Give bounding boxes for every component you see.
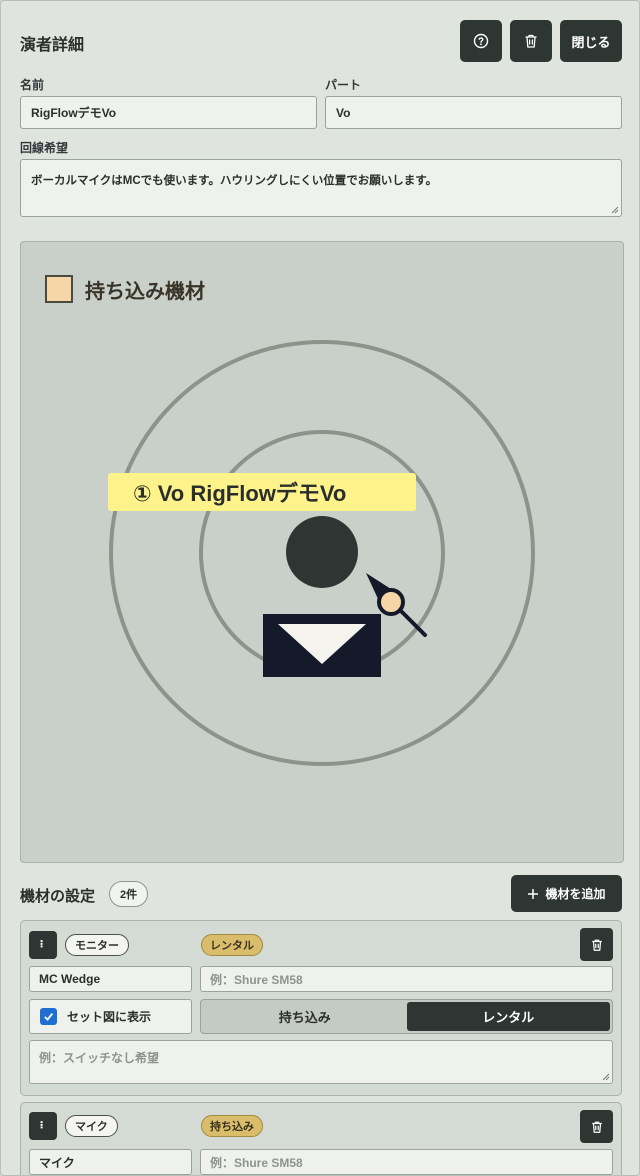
performer-name-label[interactable]: ① Vo RigFlowデモVo (108, 473, 416, 511)
request-textarea[interactable]: ボーカルマイクはMCでも使います。ハウリングしにくい位置でお願いします。 (20, 159, 622, 217)
equipment-name-field[interactable]: MC Wedge (29, 966, 192, 992)
equipment-model-field[interactable]: 例：Shure SM58 (200, 966, 613, 992)
equipment-card: ⠇ モニター レンタル MC Wedge 例：Shure SM58 セット図に表… (20, 920, 622, 1096)
delete-equipment-button[interactable] (580, 1110, 613, 1143)
request-label: 回線希望 (20, 141, 69, 155)
show-in-set-label: セット図に表示 (67, 1010, 152, 1024)
delete-performer-button[interactable] (510, 20, 552, 62)
name-field[interactable]: RigFlowデモVo (20, 96, 317, 129)
stage-drawing (109, 340, 535, 766)
delete-equipment-button[interactable] (580, 928, 613, 961)
status-badge: 持ち込み (201, 1115, 263, 1137)
equipment-section-title: 機材の設定 (20, 888, 96, 905)
performer-head-icon[interactable] (286, 516, 358, 588)
part-label: パート (325, 78, 362, 92)
category-badge[interactable]: マイク (65, 1115, 118, 1137)
add-equipment-label: 機材を追加 (545, 887, 606, 901)
model-placeholder: 例：Shure SM58 (210, 972, 303, 987)
request-text: ボーカルマイクはMCでも使います。ハウリングしにくい位置でお願いします。 (31, 175, 438, 187)
performer-marker[interactable] (263, 516, 427, 677)
monitor-wedge-icon[interactable] (263, 614, 381, 677)
note-placeholder: 例：スイッチなし希望 (39, 1051, 160, 1065)
equipment-model-field[interactable]: 例：Shure SM58 (200, 1149, 613, 1175)
plus-icon (528, 888, 539, 899)
close-button[interactable]: 閉じる (560, 20, 622, 62)
show-in-set-toggle[interactable]: セット図に表示 (29, 999, 192, 1034)
part-field[interactable]: Vo (325, 96, 622, 129)
stage-plot: 持ち込み機材 ① Vo RigFlowデモVo (20, 241, 624, 863)
equipment-name-field[interactable]: マイク (29, 1149, 192, 1175)
trash-icon (591, 939, 602, 951)
equipment-count-badge: 2件 (109, 881, 149, 907)
drag-handle-icon[interactable]: ⠇ (29, 931, 57, 959)
resize-grip-icon[interactable] (602, 1073, 610, 1081)
checkbox-checked-icon[interactable] (40, 1008, 57, 1025)
category-badge[interactable]: モニター (65, 934, 129, 956)
trash-icon (525, 34, 537, 48)
panel-title: 演者詳細 (20, 37, 85, 54)
help-button[interactable] (460, 20, 502, 62)
add-equipment-button[interactable]: 機材を追加 (511, 875, 622, 912)
question-circle-icon (473, 33, 489, 49)
equipment-card: ⠇ マイク 持ち込み マイク 例：Shure SM58 (20, 1102, 622, 1175)
model-placeholder: 例：Shure SM58 (210, 1155, 303, 1170)
source-option-bring[interactable]: 持ち込み (203, 1002, 407, 1031)
source-segmented-control[interactable]: 持ち込み レンタル (200, 999, 613, 1034)
source-option-rental[interactable]: レンタル (406, 1002, 610, 1031)
resize-grip-icon[interactable] (611, 206, 619, 214)
performer-detail-panel: 演者詳細 閉じる 名前 RigFlowデモVo パート Vo 回線希望 ボーカル… (0, 0, 640, 1176)
drag-handle-icon[interactable]: ⠇ (29, 1112, 57, 1140)
name-label: 名前 (20, 78, 45, 92)
status-badge: レンタル (201, 934, 263, 956)
equipment-note-field[interactable]: 例：スイッチなし希望 (29, 1040, 613, 1084)
trash-icon (591, 1121, 602, 1133)
